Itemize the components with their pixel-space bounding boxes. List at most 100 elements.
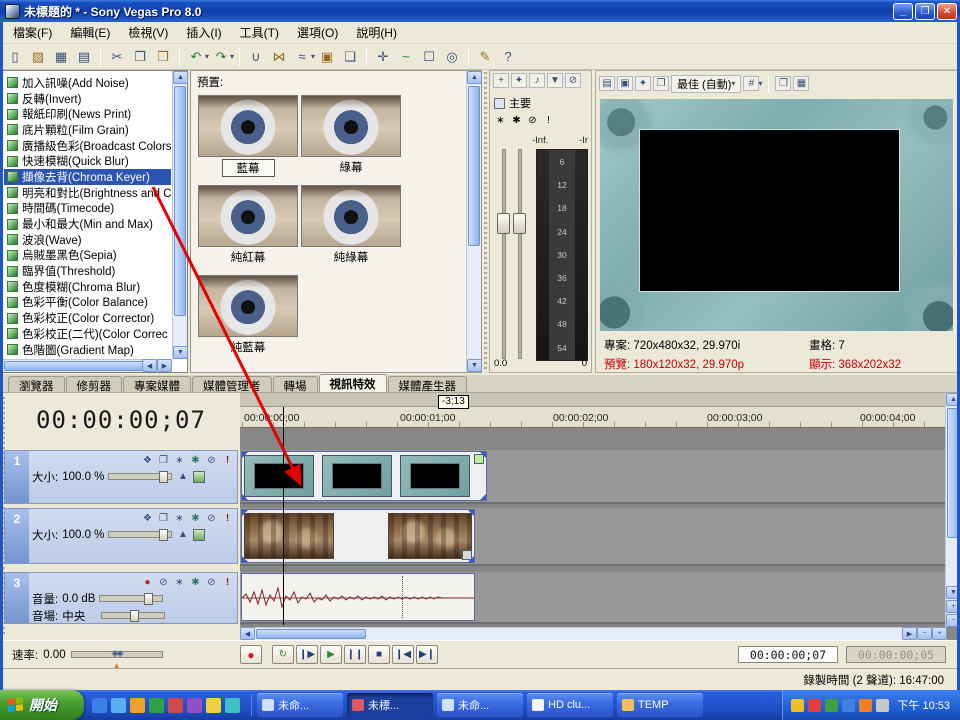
slider-thumb[interactable] [130,610,139,622]
video-output-fx-icon[interactable]: ✦ [635,76,651,91]
mute-icon[interactable]: ⊘ [205,513,218,524]
whats-this-help-icon[interactable]: ? [497,46,519,67]
automation-settings-icon[interactable]: ∗ [173,513,186,524]
tab-media-manager[interactable]: 媒體管理者 [192,376,272,392]
vegas-shortcut-icon[interactable] [168,698,183,713]
insert-bus-icon[interactable]: + [493,73,509,88]
mail-icon[interactable] [130,698,145,713]
fx-list-item[interactable]: 時間碼(Timecode) [4,201,171,217]
copy-icon[interactable]: ❐ [129,46,151,67]
track-volume-slider[interactable] [99,595,163,602]
split-screen-view-icon[interactable]: ❐ [653,76,669,91]
arm-for-record-icon[interactable]: ● [141,577,154,588]
solo-icon[interactable]: ! [542,115,555,126]
master-fx-icon[interactable]: ✱ [510,115,523,126]
insert-assignable-fx-icon[interactable]: ✦ [511,73,527,88]
track-motion-icon[interactable]: ❖ [141,513,154,524]
fx-list-item-selected[interactable]: 擷像去背(Chroma Keyer) [4,169,171,185]
time-ruler[interactable]: 00:00:00;00 00:00:01;00 00:00:02;00 00:0… [240,407,947,428]
copy-snapshot-icon[interactable]: ❐ [775,76,791,91]
auto-ripple-dropdown-icon[interactable]: ▾ [311,52,315,61]
playback-rate-slider[interactable]: ◈◈ ▲ [71,651,163,658]
preset-blue-screen[interactable]: 藍幕 [198,95,298,177]
fx-list-item[interactable]: 廣播級色彩(Broadcast Colors [4,138,171,154]
dim-output-icon[interactable]: ⊘ [565,73,581,88]
scroll-down-icon[interactable]: ▼ [173,346,188,359]
track-motion-icon[interactable]: ❖ [141,455,154,466]
normal-edit-tool-icon[interactable]: ✛ [372,46,394,67]
tray-security-icon[interactable] [808,699,821,712]
presets-vertical-scrollbar[interactable]: ▲ ▼ [466,71,481,372]
enable-snapping-icon[interactable]: ∪ [245,46,267,67]
track-pan-slider[interactable] [101,612,165,619]
preset-green-screen[interactable]: 綠幕 [301,95,401,175]
preset-pure-red[interactable]: 純紅幕 [198,185,298,265]
taskbar-window-2-active[interactable]: 未標... [347,693,433,717]
automation-settings-icon[interactable]: ∗ [494,115,507,126]
ignore-event-grouping-icon[interactable]: ❑ [339,46,361,67]
record-button[interactable]: ● [240,645,262,664]
fx-list-vertical-scrollbar[interactable]: ▲ ▼ [172,71,187,359]
downmix-output-icon[interactable]: ▼ [547,73,563,88]
track-fx-chain-icon[interactable]: ❐ [157,513,170,524]
track-level-slider[interactable] [108,531,172,538]
scroll-left-icon[interactable]: ◀ [240,627,255,640]
envelope-edit-tool-icon[interactable]: ~ [395,46,417,67]
loop-playback-button[interactable]: ↻ [272,645,294,664]
tab-explorer[interactable]: 瀏覽器 [8,376,65,392]
new-project-icon[interactable]: ▯ [4,46,26,67]
menu-options[interactable]: 選項(O) [288,22,347,43]
marker-bar[interactable] [240,393,947,407]
paste-icon[interactable]: ❒ [152,46,174,67]
undo-icon[interactable]: ↶ [185,46,207,67]
close-button[interactable]: ✕ [937,3,957,20]
scroll-left-icon[interactable]: ◀ [142,359,157,372]
video-event-room-scene[interactable] [241,509,475,563]
tray-network-icon[interactable] [842,699,855,712]
tray-update-icon[interactable] [825,699,838,712]
media-player-icon[interactable] [149,698,164,713]
taskbar-window-4[interactable]: HD clu... [527,693,613,717]
automation-settings-icon[interactable]: ∗ [173,577,186,588]
scrollbar-thumb[interactable] [256,629,366,639]
project-properties-icon[interactable]: ▤ [599,76,615,91]
fx-list-item[interactable]: 色彩平衡(Color Balance) [4,295,171,311]
volume-icon[interactable] [876,699,889,712]
go-to-end-button[interactable]: ▶❙ [416,645,438,664]
lock-envelopes-icon[interactable]: ▣ [316,46,338,67]
fader-thumb[interactable] [513,213,526,234]
fx-list-horizontal-scrollbar[interactable]: ◀ ▶ [3,359,172,372]
fx-list-item[interactable]: 最小和最大(Min and Max) [4,216,171,232]
master-bus-icon[interactable] [494,98,505,109]
fx-list-item[interactable]: 快速模糊(Quick Blur) [4,153,171,169]
fx-list-item[interactable]: 報紙印刷(News Print) [4,106,171,122]
menu-edit[interactable]: 編輯(E) [61,22,119,43]
show-desktop-icon[interactable] [92,698,107,713]
compositing-mode-icon[interactable] [193,529,205,541]
restore-button[interactable]: ❐ [915,3,935,20]
cursor-time-display[interactable]: 00:00:00;07 [14,401,228,439]
menu-insert[interactable]: 插入(I) [177,22,230,43]
preset-pure-green[interactable]: 純綠幕 [301,185,401,265]
tray-messenger-icon[interactable] [791,699,804,712]
save-snapshot-icon[interactable]: ▦ [793,76,809,91]
slider-thumb[interactable] [159,529,168,541]
scrollbar-thumb[interactable] [174,86,186,316]
master-fader-left[interactable] [502,149,506,359]
track-header-2[interactable]: 2 ❖ ❐ ∗ ✱ ⊘ ! 大小: 100.0 % ▲ [4,508,238,564]
stop-button[interactable]: ■ [368,645,390,664]
tray-display-icon[interactable] [859,699,872,712]
cut-icon[interactable]: ✂ [106,46,128,67]
tab-media-generators[interactable]: 媒體產生器 [388,376,468,392]
scroll-down-icon[interactable]: ▼ [467,359,482,372]
redo-icon[interactable]: ↷ [210,46,232,67]
fx-list-item[interactable]: 底片顆粒(Film Grain) [4,122,171,138]
tab-video-fx[interactable]: 視訊特效 [319,374,387,392]
make-compositing-child-icon[interactable]: ▲ [176,471,189,482]
internet-browser-icon[interactable] [111,698,126,713]
solo-icon[interactable]: ! [221,577,234,588]
scroll-right-icon[interactable]: ▶ [902,627,917,640]
mixer-drag-handle[interactable] [484,72,487,371]
fx-list-item[interactable]: 波浪(Wave) [4,232,171,248]
track-header-3[interactable]: 3 ● ⊘ ∗ ✱ ⊘ ! 音量: 0.0 dB [4,572,238,624]
